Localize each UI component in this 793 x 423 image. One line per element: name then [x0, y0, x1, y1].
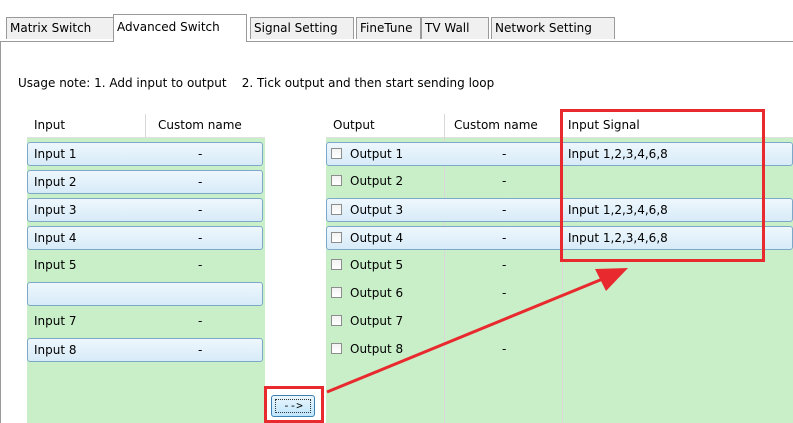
annotation-arrow	[326, 268, 628, 394]
tab-advanced-switch[interactable]: Advanced Switch	[113, 14, 247, 42]
annotation-arrow-line	[326, 276, 606, 394]
